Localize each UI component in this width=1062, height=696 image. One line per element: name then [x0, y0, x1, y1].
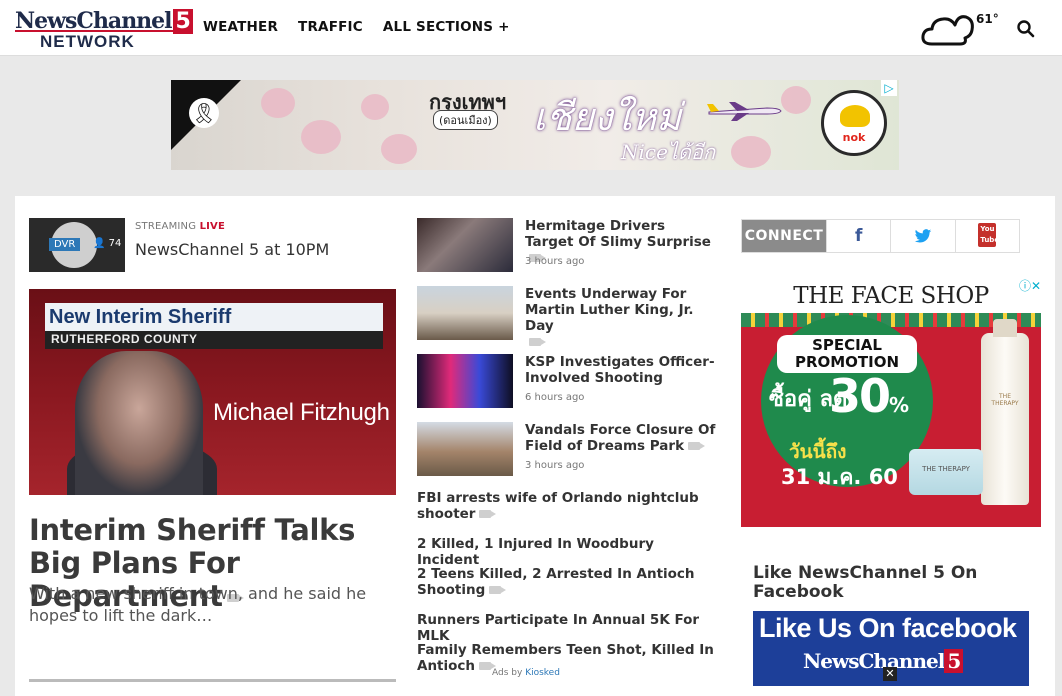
ad-brand: THE FACE SHOP — [793, 283, 989, 309]
video-icon — [489, 586, 507, 594]
ad-discount: 30% — [829, 369, 909, 423]
ad-blossom — [781, 86, 811, 114]
video-icon — [479, 662, 497, 670]
site-logo[interactable]: NewsChannel 5 NETWORK — [15, 8, 193, 51]
story-item[interactable]: KSP Investigates Officer-Involved Shooti… — [417, 354, 717, 410]
story-time: 6 hours ago — [525, 392, 585, 403]
ad-blossom — [301, 120, 341, 154]
story-title[interactable]: Events Underway For Martin Luther King, … — [525, 286, 717, 350]
hero-description: With a new sheriff in town, and he said … — [29, 584, 367, 625]
ads-by-kiosked[interactable]: Ads by Kiosked — [492, 668, 560, 678]
headline-link[interactable]: Family Remembers Teen Shot, Killed In An… — [417, 642, 717, 674]
video-icon — [529, 338, 546, 346]
close-icon[interactable]: ✕ — [883, 667, 897, 681]
headline-link[interactable]: 2 Teens Killed, 2 Arrested In Antioch Sh… — [417, 566, 717, 598]
facebook-promo-title: Like Us On facebook — [759, 613, 1017, 643]
cloud-icon — [921, 15, 974, 46]
ad-date: 31 ม.ค. 60 — [781, 465, 898, 489]
nav-all-sections[interactable]: ALL SECTIONS + — [383, 19, 510, 35]
story-title[interactable]: Vandals Force Closure Of Field of Dreams… — [525, 422, 717, 454]
twitter-icon[interactable] — [890, 220, 954, 252]
ad-origin-sub: (ดอนเมือง) — [433, 110, 498, 130]
bird-icon — [840, 105, 870, 127]
search-button[interactable] — [1016, 19, 1036, 39]
user-icon: 👤 — [93, 238, 109, 249]
live-thumbnail[interactable]: DVR 👤 74 — [29, 218, 125, 272]
ad-blossom — [361, 94, 389, 120]
ad-blossom — [381, 134, 417, 164]
streaming-label: STREAMING LIVE — [135, 221, 226, 232]
facebook-icon[interactable]: f — [826, 220, 890, 252]
youtube-icon[interactable]: You Tube — [954, 220, 1019, 252]
ad-brand: nok — [842, 131, 866, 144]
nav-weather[interactable]: WEATHER — [203, 19, 278, 35]
twitter-bird-icon — [914, 228, 932, 243]
story-time: 3 hours ago — [525, 460, 585, 471]
adchoices-icon[interactable]: ⓘ✕ — [1019, 277, 1041, 294]
story-item[interactable]: Hermitage Drivers Target Of Slimy Surpri… — [417, 218, 717, 274]
weather-widget[interactable]: 61° — [920, 8, 1000, 48]
story-time: 3 hours ago — [525, 256, 585, 267]
product-label: THE THERAPY — [991, 393, 1019, 407]
headline-link[interactable]: Runners Participate In Annual 5K For MLK — [417, 612, 717, 644]
airplane-icon — [707, 102, 782, 121]
story-title[interactable]: KSP Investigates Officer-Involved Shooti… — [525, 354, 717, 386]
temperature: 61° — [976, 12, 999, 26]
search-icon — [1017, 20, 1035, 38]
headline-link[interactable]: 2 Killed, 1 Injured In Woodbury Incident — [417, 536, 717, 568]
live-stream[interactable]: DVR 👤 74 STREAMING LIVE NewsChannel 5 at… — [29, 218, 397, 272]
product-label: THE THERAPY — [922, 465, 970, 473]
connect-bar: CONNECT f You Tube — [741, 219, 1020, 253]
story-thumbnail[interactable] — [417, 354, 513, 408]
hero-lower-third: New Interim Sheriff — [45, 303, 383, 331]
ad-tagline: Niceได้อีก — [621, 140, 716, 164]
nav-traffic[interactable]: TRAFFIC — [298, 19, 363, 35]
ad-blossom — [731, 136, 771, 168]
bottle-cap — [993, 319, 1017, 337]
product-jar: THE THERAPY — [909, 449, 983, 495]
story-item[interactable]: Vandals Force Closure Of Field of Dreams… — [417, 422, 717, 478]
story-thumbnail[interactable] — [417, 422, 513, 476]
sidebar-ad[interactable]: THE FACE SHOP ⓘ✕ SPECIAL PROMOTION ซื้อค… — [741, 277, 1041, 527]
product-bottle: THE THERAPY — [981, 319, 1029, 505]
hero-lower-sub: RUTHERFORD COUNTY — [45, 331, 383, 349]
logo-network: NETWORK — [40, 32, 135, 51]
viewer-count: 👤 74 — [93, 238, 122, 249]
connect-label: CONNECT — [742, 220, 826, 252]
headline-link[interactable]: FBI arrests wife of Orlando nightclub sh… — [417, 490, 717, 522]
adchoices-icon[interactable]: ▷ — [881, 80, 897, 96]
video-icon — [479, 510, 497, 518]
facebook-heading: Like NewsChannel 5 On Facebook — [753, 563, 978, 602]
dvr-badge: DVR — [49, 238, 81, 251]
hero-name-caption: Michael Fitzhugh — [213, 399, 390, 426]
live-title[interactable]: NewsChannel 5 at 10PM — [135, 240, 329, 259]
main-nav: WEATHER TRAFFIC ALL SECTIONS + — [203, 19, 510, 35]
video-icon — [688, 442, 706, 450]
ad-blossom — [261, 88, 295, 118]
story-item[interactable]: Events Underway For Martin Luther King, … — [417, 286, 717, 346]
top-banner-ad[interactable]: 🎗 กรุงเทพฯ (ดอนเมือง) เชียงใหม่ Niceได้อ… — [171, 80, 899, 170]
site-header: NewsChannel 5 NETWORK WEATHER TRAFFIC ALL… — [0, 0, 1062, 56]
nok-air-logo: nok — [821, 90, 887, 156]
hero-person — [75, 351, 203, 495]
story-thumbnail[interactable] — [417, 286, 513, 340]
ribbon-icon: 🎗 — [189, 98, 219, 128]
ad-promo-label: SPECIAL PROMOTION — [777, 335, 917, 373]
story-thumbnail[interactable] — [417, 218, 513, 272]
hero-image[interactable]: New Interim Sheriff RUTHERFORD COUNTY Mi… — [29, 289, 396, 495]
